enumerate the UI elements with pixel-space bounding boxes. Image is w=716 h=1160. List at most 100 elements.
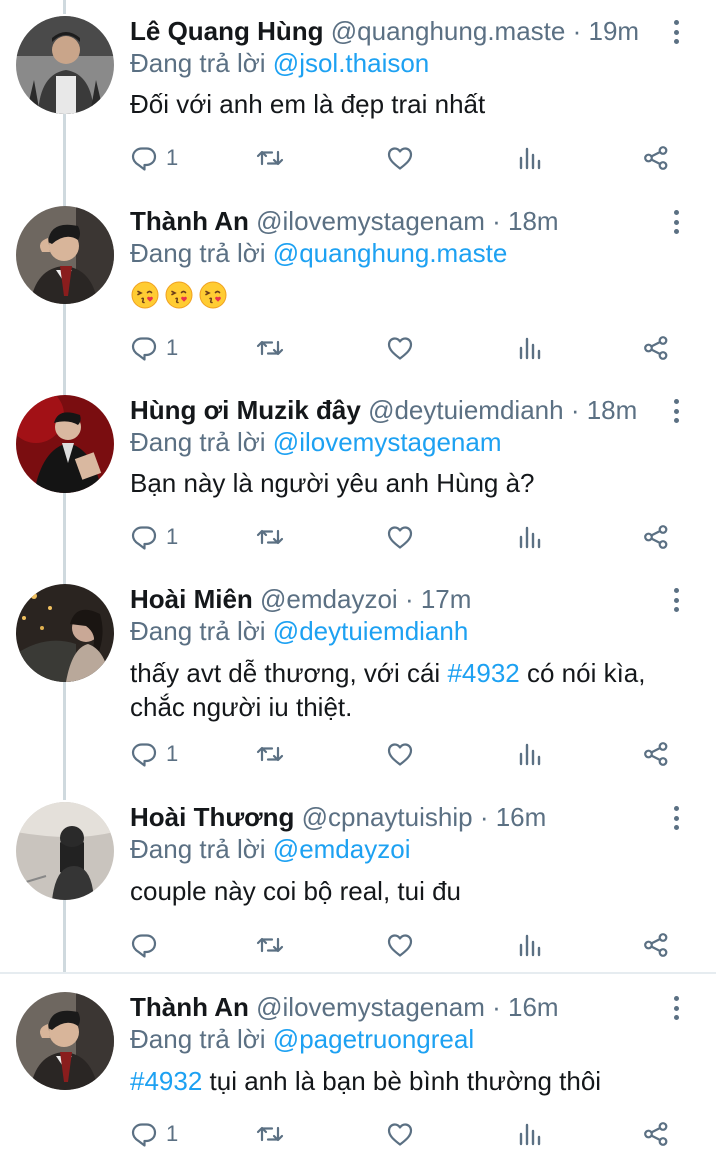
- reply-tweet[interactable]: Thành An @ilovemystagenam · 18m Đang trả…: [0, 206, 716, 386]
- reply-button[interactable]: 1: [130, 142, 178, 174]
- display-name[interactable]: Thành An: [130, 206, 249, 236]
- reply-icon: [130, 740, 158, 768]
- tweet-text-segment: có nói kìa,: [519, 658, 646, 688]
- user-handle[interactable]: @cpnaytuiship: [302, 802, 473, 832]
- more-vertical-icon[interactable]: [666, 18, 686, 46]
- avatar[interactable]: [16, 802, 114, 900]
- mention-link[interactable]: @ilovemystagenam: [273, 427, 502, 457]
- reply-count: 1: [166, 1121, 179, 1146]
- display-name[interactable]: Thành An: [130, 992, 249, 1022]
- more-vertical-icon[interactable]: [666, 586, 686, 614]
- timestamp[interactable]: 18m: [587, 395, 638, 425]
- timestamp[interactable]: 16m: [508, 992, 559, 1022]
- replying-to: Đang trả lời @deytuiemdianh: [130, 616, 468, 646]
- user-handle[interactable]: @emdayzoi: [260, 584, 398, 614]
- like-button[interactable]: [386, 521, 414, 553]
- like-button[interactable]: [386, 332, 414, 364]
- reply-button[interactable]: 1: [130, 521, 178, 553]
- like-button[interactable]: [386, 142, 414, 174]
- mention-link[interactable]: @pagetruongreal: [273, 1024, 474, 1054]
- like-button[interactable]: [386, 738, 414, 770]
- user-handle[interactable]: @deytuiemdianh: [368, 395, 564, 425]
- display-name[interactable]: Hoài Miên: [130, 584, 253, 614]
- reply-icon: [130, 931, 158, 959]
- share-button[interactable]: [642, 521, 670, 553]
- more-vertical-icon[interactable]: [666, 994, 686, 1022]
- share-icon: [642, 144, 670, 172]
- analytics-icon: [516, 144, 544, 172]
- display-name[interactable]: Hoài Thương: [130, 802, 294, 832]
- retweet-button[interactable]: [256, 929, 284, 961]
- avatar[interactable]: [16, 16, 114, 114]
- replying-to: Đang trả lời @jsol.thaison: [130, 48, 429, 78]
- timestamp[interactable]: 19m: [588, 16, 639, 46]
- reply-button[interactable]: 1: [130, 1118, 178, 1150]
- mention-link[interactable]: @jsol.thaison: [273, 48, 429, 78]
- user-handle[interactable]: @ilovemystagenam: [256, 206, 485, 236]
- mention-link[interactable]: @deytuiemdianh: [273, 616, 469, 646]
- timestamp[interactable]: 16m: [496, 802, 547, 832]
- action-bar: 1: [130, 1118, 690, 1150]
- more-vertical-icon[interactable]: [666, 804, 686, 832]
- analytics-button[interactable]: [516, 521, 544, 553]
- display-name[interactable]: Hùng ơi Muzik đây: [130, 395, 361, 425]
- reply-icon: [130, 523, 158, 551]
- share-button[interactable]: [642, 929, 670, 961]
- reply-tweet[interactable]: Hoài Miên @emdayzoi · 17m Đang trả lời @…: [0, 584, 716, 792]
- reply-tweet[interactable]: Thành An @ilovemystagenam · 16m Đang trả…: [0, 992, 716, 1160]
- more-vertical-icon[interactable]: [666, 397, 686, 425]
- more-vertical-icon[interactable]: [666, 208, 686, 236]
- reply-button[interactable]: 1: [130, 332, 178, 364]
- share-button[interactable]: [642, 142, 670, 174]
- analytics-button[interactable]: [516, 332, 544, 364]
- analytics-button[interactable]: [516, 142, 544, 174]
- avatar[interactable]: [16, 206, 114, 304]
- reply-count: 1: [166, 335, 179, 360]
- tweet-text-segment: thấy avt dễ thương, với cái: [130, 658, 448, 688]
- mention-link[interactable]: @emdayzoi: [273, 834, 411, 864]
- tweet-header: Lê Quang Hùng @quanghung.maste · 19m: [130, 16, 656, 46]
- share-icon: [642, 523, 670, 551]
- reply-tweet[interactable]: Lê Quang Hùng @quanghung.maste · 19m Đan…: [0, 16, 716, 196]
- tweet-text: Đối với anh em là đẹp trai nhất: [130, 89, 486, 119]
- tweet-header: Hùng ơi Muzik đây @deytuiemdianh · 18m: [130, 395, 656, 425]
- hashtag-link[interactable]: #4932: [447, 658, 519, 688]
- user-handle[interactable]: @ilovemystagenam: [256, 992, 485, 1022]
- analytics-button[interactable]: [516, 929, 544, 961]
- avatar[interactable]: [16, 992, 114, 1090]
- retweet-button[interactable]: [256, 332, 284, 364]
- reply-tweet[interactable]: Hùng ơi Muzik đây @deytuiemdianh · 18m Đ…: [0, 395, 716, 575]
- share-button[interactable]: [642, 738, 670, 770]
- action-bar: [130, 929, 690, 961]
- timestamp[interactable]: 17m: [421, 584, 472, 614]
- user-handle[interactable]: @quanghung.maste: [331, 16, 566, 46]
- reply-icon: [130, 1120, 158, 1148]
- hashtag-link[interactable]: #4932: [130, 1066, 202, 1096]
- timestamp[interactable]: 18m: [508, 206, 559, 236]
- retweet-button[interactable]: [256, 1118, 284, 1150]
- reply-button[interactable]: 1: [130, 738, 178, 770]
- reply-icon: [130, 334, 158, 362]
- mention-link[interactable]: @quanghung.maste: [273, 238, 508, 268]
- analytics-button[interactable]: [516, 738, 544, 770]
- retweet-button[interactable]: [256, 738, 284, 770]
- separator-dot: ·: [572, 16, 582, 46]
- avatar[interactable]: [16, 584, 114, 682]
- thread-divider: [0, 972, 716, 974]
- action-bar: 1: [130, 142, 690, 174]
- like-button[interactable]: [386, 929, 414, 961]
- heart-icon: [386, 144, 414, 172]
- display-name[interactable]: Lê Quang Hùng: [130, 16, 324, 46]
- reply-tweet[interactable]: Hoài Thương @cpnaytuiship · 16m Đang trả…: [0, 802, 716, 972]
- analytics-button[interactable]: [516, 1118, 544, 1150]
- share-icon: [642, 740, 670, 768]
- reply-button[interactable]: [130, 929, 166, 961]
- retweet-button[interactable]: [256, 142, 284, 174]
- heart-icon: [386, 1120, 414, 1148]
- avatar[interactable]: [16, 395, 114, 493]
- retweet-button[interactable]: [256, 521, 284, 553]
- share-button[interactable]: [642, 332, 670, 364]
- replying-to-label: Đang trả lời: [130, 48, 266, 78]
- like-button[interactable]: [386, 1118, 414, 1150]
- share-button[interactable]: [642, 1118, 670, 1150]
